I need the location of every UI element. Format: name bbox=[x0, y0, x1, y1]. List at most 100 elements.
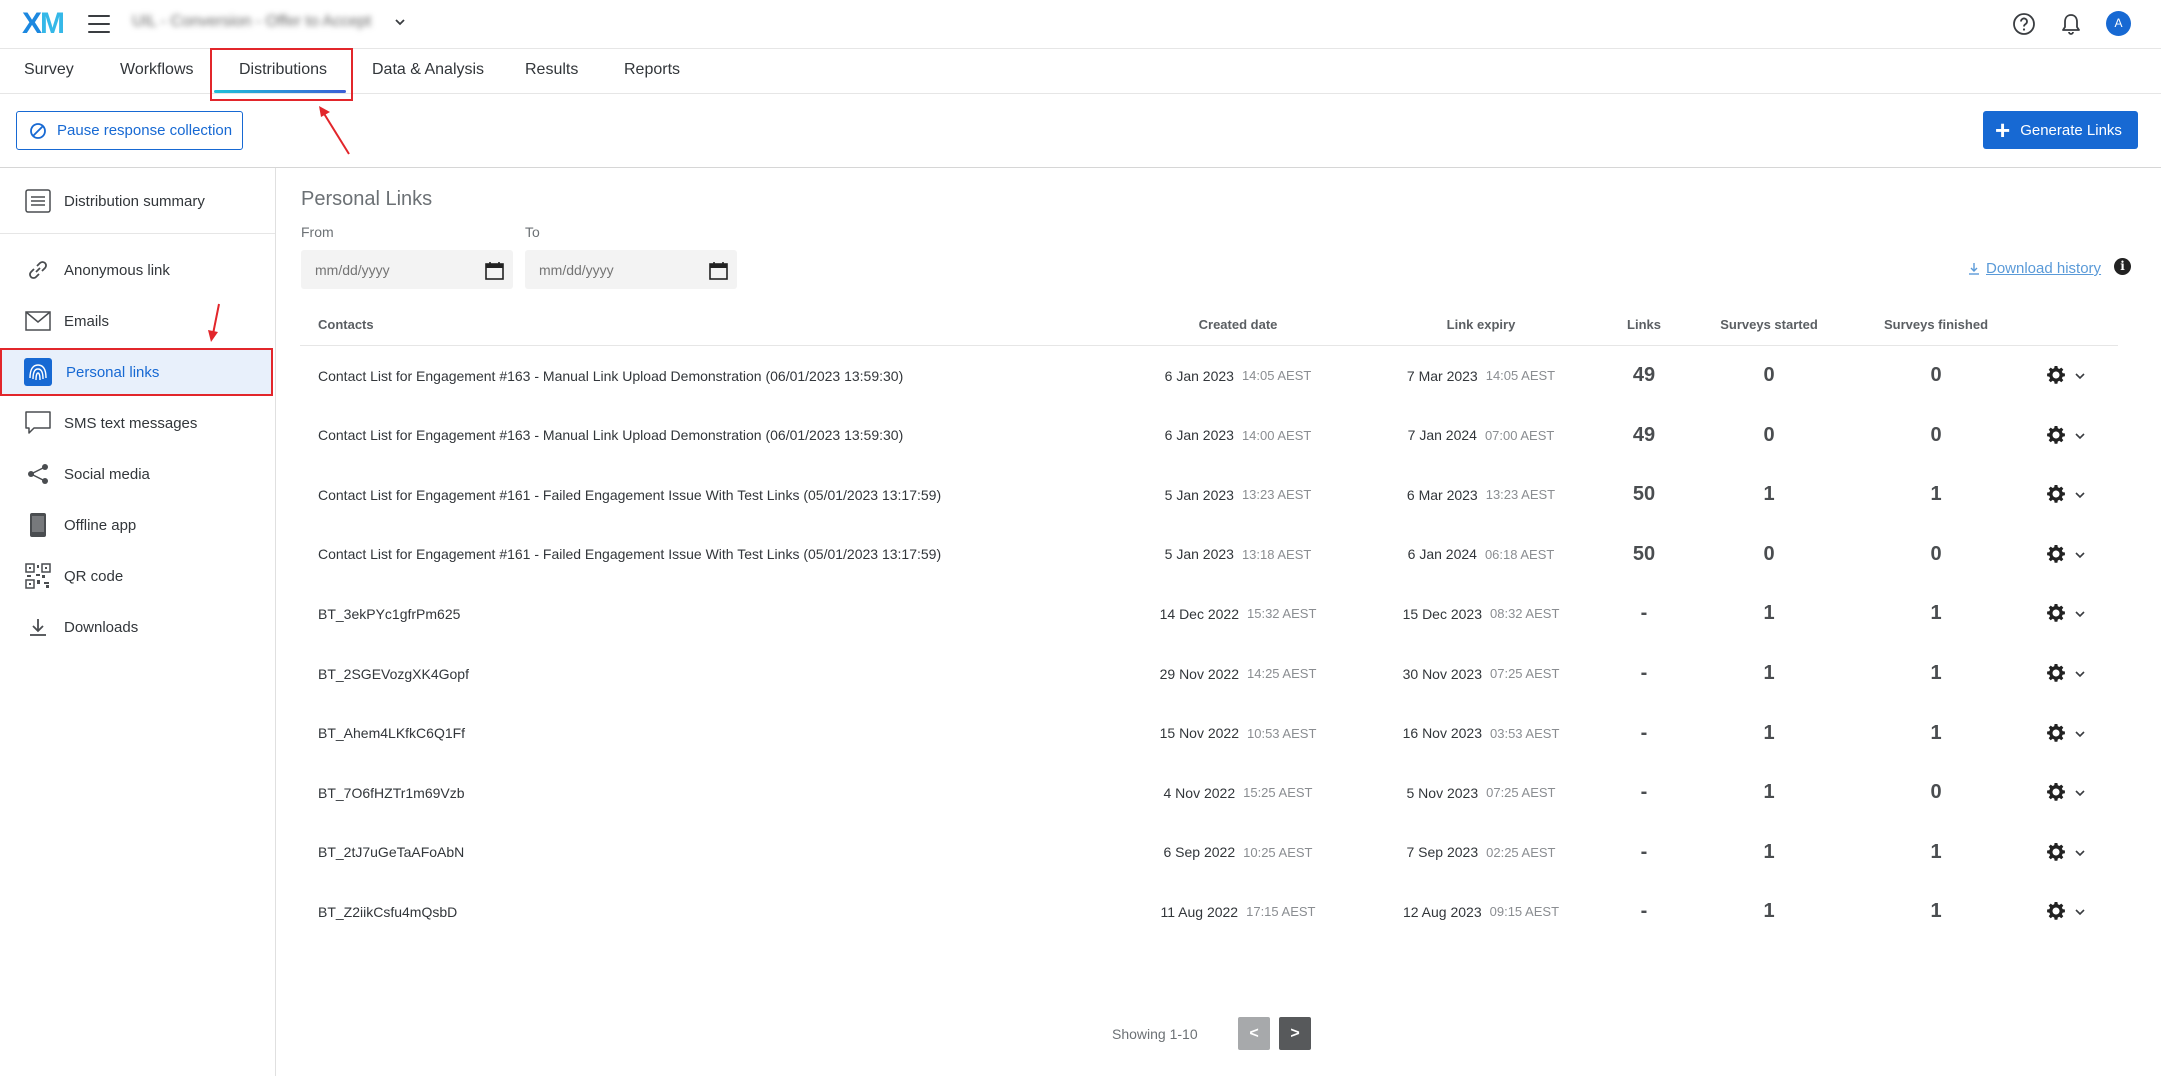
chevron-down-icon[interactable] bbox=[2074, 905, 2086, 917]
to-label: To bbox=[525, 224, 540, 240]
expiry-date-value: 5 Nov 2023 bbox=[1406, 784, 1479, 801]
created-time-value: 14:05 AEST bbox=[1241, 368, 1312, 383]
chevron-down-icon[interactable] bbox=[2074, 607, 2086, 619]
to-date-input[interactable] bbox=[525, 250, 737, 289]
chat-icon bbox=[24, 409, 52, 437]
tab-workflows[interactable]: Workflows bbox=[120, 61, 194, 79]
contact-list-name[interactable]: Contact List for Engagement #161 - Faile… bbox=[318, 465, 941, 524]
chevron-down-icon[interactable] bbox=[2074, 429, 2086, 441]
pause-response-collection-button[interactable]: Pause response collection bbox=[16, 111, 243, 150]
table-row[interactable]: BT_Ahem4LKfkC6Q1Ff 15 Nov 2022 10:53 AEST 1… bbox=[300, 704, 2118, 763]
surveys-started-count: 1 bbox=[1763, 662, 1775, 684]
gear-icon[interactable] bbox=[2046, 782, 2066, 802]
project-name[interactable]: UIL - Conversion - Offer to Accept bbox=[132, 13, 371, 31]
link-expiry: 7 Sep 2023 02:25 AEST bbox=[1406, 823, 1555, 882]
tab-survey[interactable]: Survey bbox=[24, 61, 74, 79]
contact-list-name[interactable]: BT_2SGEVozgXK4Gopf bbox=[318, 644, 469, 703]
created-date: 11 Aug 2022 17:15 AEST bbox=[1161, 882, 1316, 941]
fingerprint-icon bbox=[24, 358, 52, 386]
expiry-time-value: 08:32 AEST bbox=[1490, 606, 1560, 622]
help-icon[interactable] bbox=[2011, 11, 2037, 37]
generate-links-button[interactable]: + Generate Links bbox=[1983, 111, 2138, 149]
calendar-icon[interactable] bbox=[485, 261, 504, 280]
table-row[interactable]: Contact List for Engagement #161 - Faile… bbox=[300, 465, 2118, 524]
created-time-value: 10:25 AEST bbox=[1243, 844, 1313, 860]
chevron-down-icon[interactable] bbox=[2074, 727, 2086, 739]
chevron-down-icon[interactable] bbox=[393, 15, 407, 29]
created-date: 6 Sep 2022 10:25 AEST bbox=[1163, 823, 1312, 882]
tab-reports[interactable]: Reports bbox=[624, 61, 680, 79]
surveys-finished-count: 1 bbox=[1930, 483, 1942, 506]
avatar[interactable]: A bbox=[2106, 11, 2131, 36]
sidebar-item-distribution-summary[interactable]: Distribution summary bbox=[0, 179, 273, 223]
contact-list-name[interactable]: Contact List for Engagement #161 - Faile… bbox=[318, 525, 941, 584]
sidebar-item-label: Downloads bbox=[64, 618, 139, 636]
sidebar-item-qr-code[interactable]: QR code bbox=[0, 554, 273, 598]
download-history-link[interactable]: Download history bbox=[1986, 260, 2101, 277]
table-row[interactable]: BT_3ekPYc1gfrPm625 14 Dec 2022 15:32 AEST 1… bbox=[300, 584, 2118, 643]
from-date-input[interactable] bbox=[301, 250, 513, 289]
gear-icon[interactable] bbox=[2046, 723, 2066, 743]
chevron-down-icon[interactable] bbox=[2074, 548, 2086, 560]
table-row[interactable]: BT_2SGEVozgXK4Gopf 29 Nov 2022 14:25 AEST 3… bbox=[300, 644, 2118, 703]
sidebar-item-anonymous-link[interactable]: Anonymous link bbox=[0, 248, 273, 292]
expiry-time-value: 07:25 AEST bbox=[1486, 785, 1556, 801]
table-header: Contacts Created date Link expiry Links … bbox=[300, 310, 2118, 346]
table-row[interactable]: BT_7O6fHZTr1m69Vzb 4 Nov 2022 15:25 AEST 5 … bbox=[300, 763, 2118, 822]
sidebar-item-emails[interactable]: Emails bbox=[0, 299, 273, 343]
phone-icon bbox=[24, 511, 52, 539]
created-date: 6 Jan 2023 14:00 AEST bbox=[1165, 406, 1312, 465]
table-row[interactable]: Contact List for Engagement #163 - Manua… bbox=[300, 406, 2118, 465]
gear-icon[interactable] bbox=[2046, 544, 2066, 564]
surveys-started-count: 1 bbox=[1763, 781, 1775, 804]
contact-list-name[interactable]: BT_Z2iikCsfu4mQsbD bbox=[318, 882, 457, 941]
expiry-date-value: 12 Aug 2023 bbox=[1402, 903, 1482, 920]
sidebar-item-label: Anonymous link bbox=[64, 261, 170, 279]
gear-icon[interactable] bbox=[2046, 663, 2066, 683]
gear-icon[interactable] bbox=[2046, 842, 2066, 862]
sidebar-item-label: Distribution summary bbox=[64, 192, 205, 210]
contact-list-name[interactable]: BT_3ekPYc1gfrPm625 bbox=[318, 584, 460, 643]
sidebar: Distribution summary Anonymous link Emai… bbox=[0, 168, 276, 1076]
table-row[interactable]: BT_2tJ7uGeTaAFoAbN 6 Sep 2022 10:25 AEST 7 … bbox=[300, 823, 2118, 882]
tab-data-analysis[interactable]: Data & Analysis bbox=[372, 61, 484, 79]
chevron-down-icon[interactable] bbox=[2074, 369, 2086, 381]
gear-icon[interactable] bbox=[2046, 484, 2066, 504]
contact-list-name[interactable]: BT_7O6fHZTr1m69Vzb bbox=[318, 763, 465, 822]
table-row[interactable]: Contact List for Engagement #163 - Manua… bbox=[300, 346, 2118, 405]
sidebar-item-sms[interactable]: SMS text messages bbox=[0, 401, 273, 445]
previous-page-button[interactable]: < bbox=[1238, 1017, 1270, 1050]
gear-icon[interactable] bbox=[2046, 425, 2066, 445]
links-count: 50 bbox=[1632, 542, 1656, 565]
envelope-icon bbox=[24, 307, 52, 335]
chevron-down-icon[interactable] bbox=[2074, 667, 2086, 679]
links-count: 49 bbox=[1632, 364, 1656, 386]
surveys-finished-count: 1 bbox=[1930, 602, 1942, 625]
calendar-icon[interactable] bbox=[709, 261, 728, 280]
contact-list-name[interactable]: Contact List for Engagement #163 - Manua… bbox=[318, 346, 903, 405]
sidebar-item-personal-links[interactable]: Personal links bbox=[0, 348, 273, 396]
sidebar-item-label: Social media bbox=[64, 465, 150, 483]
created-date-value: 29 Nov 2022 bbox=[1159, 665, 1240, 682]
info-icon[interactable]: i bbox=[2114, 258, 2131, 275]
tab-results[interactable]: Results bbox=[525, 61, 578, 79]
sidebar-item-downloads[interactable]: Downloads bbox=[0, 605, 273, 649]
gear-icon[interactable] bbox=[2046, 365, 2066, 385]
table-row[interactable]: BT_Z2iikCsfu4mQsbD 11 Aug 2022 17:15 AEST 1… bbox=[300, 882, 2118, 941]
chevron-down-icon[interactable] bbox=[2074, 786, 2086, 798]
contact-list-name[interactable]: BT_2tJ7uGeTaAFoAbN bbox=[318, 823, 464, 882]
table-row[interactable]: Contact List for Engagement #161 - Faile… bbox=[300, 525, 2118, 584]
gear-icon[interactable] bbox=[2046, 603, 2066, 623]
sidebar-item-offline-app[interactable]: Offline app bbox=[0, 503, 273, 547]
links-count: - bbox=[1640, 602, 1648, 625]
bell-icon[interactable] bbox=[2058, 11, 2084, 37]
sidebar-item-social-media[interactable]: Social media bbox=[0, 452, 273, 496]
chevron-down-icon[interactable] bbox=[2074, 488, 2086, 500]
chevron-down-icon[interactable] bbox=[2074, 846, 2086, 858]
xm-logo[interactable]: XM bbox=[22, 8, 65, 40]
contact-list-name[interactable]: BT_Ahem4LKfkC6Q1Ff bbox=[318, 704, 465, 763]
hamburger-menu-icon[interactable] bbox=[88, 15, 110, 33]
gear-icon[interactable] bbox=[2046, 901, 2066, 921]
contact-list-name[interactable]: Contact List for Engagement #163 - Manua… bbox=[318, 406, 903, 465]
next-page-button[interactable]: > bbox=[1279, 1017, 1311, 1050]
